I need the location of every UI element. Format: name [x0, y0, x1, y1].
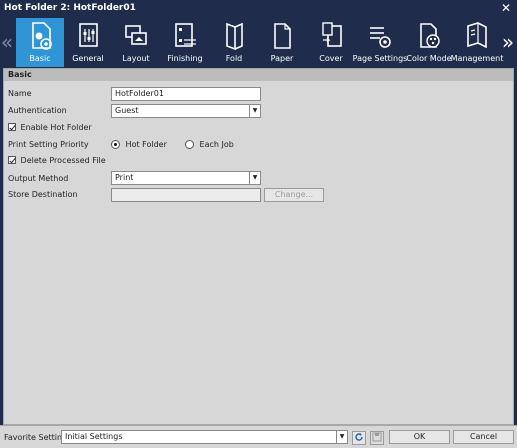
book-management-icon — [467, 22, 487, 49]
tab-general[interactable]: General — [64, 18, 112, 67]
tab-management[interactable]: Management — [451, 18, 503, 67]
tab-layout[interactable]: Layout — [112, 18, 160, 67]
tab-label: Management — [450, 54, 504, 63]
document-settings-icon — [79, 23, 98, 47]
name-field[interactable]: HotFolder01 — [111, 87, 261, 101]
output-method-label: Output Method — [8, 174, 69, 183]
favorite-setting-label: Favorite Setting — [4, 433, 68, 442]
name-label: Name — [8, 89, 32, 98]
tab-label: Layout — [122, 54, 150, 63]
ok-button[interactable]: OK — [389, 430, 450, 444]
gear-document-icon — [32, 22, 52, 50]
color-palette-icon — [420, 23, 440, 48]
tab-page-settings[interactable]: Page Settings — [353, 18, 407, 67]
chevron-left-icon[interactable]: « — [0, 28, 14, 56]
print-setting-priority-label: Print Setting Priority — [8, 140, 89, 149]
layout-pages-icon — [125, 25, 147, 45]
tab-finishing[interactable]: Finishing — [161, 18, 209, 67]
authentication-label: Authentication — [8, 106, 67, 115]
refresh-icon — [355, 433, 363, 441]
favorite-setting-value: Initial Settings — [65, 432, 123, 441]
enable-hot-folder-checkbox[interactable]: Enable Hot Folder — [8, 122, 92, 134]
close-icon[interactable]: ✕ — [499, 0, 513, 16]
chevron-down-icon: ▼ — [249, 172, 260, 184]
authentication-select[interactable]: Guest ▼ — [111, 104, 261, 118]
chevron-down-icon: ▼ — [249, 105, 260, 117]
store-destination-field[interactable] — [111, 188, 261, 202]
checkbox-checked-icon — [8, 123, 16, 131]
authentication-value: Guest — [115, 106, 139, 115]
cancel-button[interactable]: Cancel — [453, 430, 514, 444]
priority-each-job-radio[interactable]: Each Job — [185, 139, 234, 151]
change-button[interactable]: Change... — [264, 188, 324, 202]
save-disk-icon — [372, 432, 382, 442]
refresh-button[interactable] — [352, 431, 366, 445]
tab-cover[interactable]: Cover — [307, 18, 355, 67]
page-settings-icon — [370, 27, 391, 48]
radio-selected-icon — [111, 140, 120, 149]
section-header: Basic — [4, 69, 513, 81]
finishing-icon — [175, 23, 196, 47]
radio-unselected-icon — [185, 140, 194, 149]
paper-icon — [274, 23, 291, 49]
settings-toolbar: « Basic General Layout Finishing Fold Pa… — [0, 16, 517, 68]
delete-processed-file-label: Delete Processed File — [20, 156, 106, 165]
chevron-down-icon: ▼ — [336, 431, 347, 443]
tab-paper[interactable]: Paper — [258, 18, 306, 67]
save-favorite-button[interactable] — [370, 431, 384, 445]
tab-label: Cover — [319, 54, 343, 63]
store-destination-label: Store Destination — [8, 190, 78, 199]
delete-processed-file-checkbox[interactable]: Delete Processed File — [8, 155, 106, 167]
cover-icon — [322, 22, 342, 47]
priority-hot-folder-radio[interactable]: Hot Folder — [111, 139, 167, 151]
basic-settings-panel: Basic Name HotFolder01 Authentication Gu… — [3, 68, 514, 425]
output-method-select[interactable]: Print ▼ — [111, 171, 261, 185]
checkbox-checked-icon — [8, 156, 16, 164]
output-method-value: Print — [115, 173, 134, 182]
enable-hot-folder-label: Enable Hot Folder — [20, 123, 92, 132]
fold-icon — [226, 22, 243, 51]
footer-bar: Favorite Setting Initial Settings ▼ OK C… — [0, 425, 517, 448]
tab-label: Page Settings — [352, 54, 408, 63]
priority-hot-folder-label: Hot Folder — [125, 140, 167, 149]
chevron-right-icon[interactable]: » — [501, 28, 515, 56]
favorite-setting-select[interactable]: Initial Settings ▼ — [61, 430, 348, 444]
tab-label: Finishing — [167, 54, 203, 63]
tab-fold[interactable]: Fold — [210, 18, 258, 67]
priority-each-job-label: Each Job — [199, 140, 234, 149]
tab-label: Paper — [270, 54, 294, 63]
tab-basic[interactable]: Basic — [16, 18, 64, 67]
window-title: Hot Folder 2: HotFolder01 — [0, 0, 517, 16]
tab-color-mode[interactable]: Color Mode — [405, 18, 453, 67]
